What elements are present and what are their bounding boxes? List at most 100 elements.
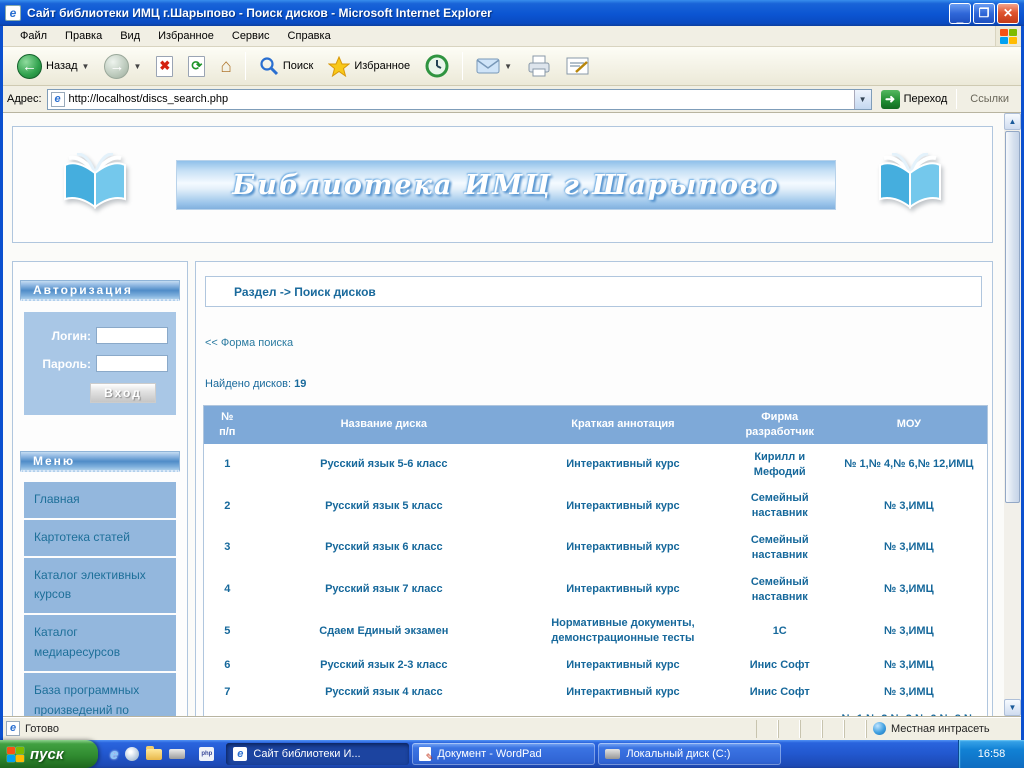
mail-button[interactable]: ▼ xyxy=(470,50,518,82)
toolbar-separator xyxy=(462,52,463,80)
address-dropdown-icon[interactable]: ▼ xyxy=(854,90,871,109)
refresh-button[interactable]: ⟳ xyxy=(182,50,211,82)
table-cell: Кирилл и Мефодий xyxy=(729,444,831,486)
task-label: Локальный диск (C:) xyxy=(626,748,730,760)
table-cell: Семейный наставник xyxy=(729,527,831,569)
forward-dropdown-icon[interactable]: ▼ xyxy=(133,62,141,71)
search-form-link[interactable]: << Форма поиска xyxy=(205,337,293,349)
clock-time: 16:58 xyxy=(978,748,1006,760)
login-button[interactable]: Вход xyxy=(90,383,156,403)
login-label: Логин: xyxy=(52,329,91,343)
table-cell: Интерактивный курс xyxy=(517,679,729,706)
table-cell: № 3,ИМЦ xyxy=(831,527,988,569)
print-button[interactable] xyxy=(521,50,557,82)
status-text: Готово xyxy=(25,723,756,735)
discs-table: № п/пНазвание дискаКраткая аннотацияФирм… xyxy=(203,405,988,716)
table-cell: Русский язык 5-6 класс xyxy=(251,444,518,486)
table-row: 5Сдаем Единый экзаменНормативные докумен… xyxy=(204,610,988,652)
table-cell: Сдаем Единый экзамен xyxy=(251,610,518,652)
forward-button[interactable]: → ▼ xyxy=(98,50,147,82)
links-label[interactable]: Ссылки xyxy=(962,93,1017,105)
table-cell: № 3,ИМЦ xyxy=(831,485,988,527)
forward-icon: → xyxy=(104,54,129,79)
close-button[interactable]: ✕ xyxy=(997,3,1019,24)
results-count-line: Найдено дисков: 19 xyxy=(205,378,992,390)
go-arrow-icon: ➜ xyxy=(881,90,900,109)
history-button[interactable] xyxy=(419,50,455,82)
login-input[interactable] xyxy=(96,327,168,344)
php-icon[interactable] xyxy=(199,747,214,761)
table-cell: 2 xyxy=(204,485,251,527)
window-title: Сайт библиотеки ИМЦ г.Шарыпово - Поиск д… xyxy=(27,6,947,20)
table-header-cell: № п/п xyxy=(204,406,251,444)
table-row: 2Русский язык 5 классИнтерактивный курсС… xyxy=(204,485,988,527)
cd-icon[interactable] xyxy=(125,747,139,761)
address-input[interactable] xyxy=(65,91,854,108)
folder-icon[interactable] xyxy=(146,749,162,760)
table-header-cell: Название диска xyxy=(251,406,518,444)
go-button[interactable]: ➜ Переход xyxy=(877,89,952,110)
taskbar-tasks: eСайт библиотеки И...Документ - WordPad Л… xyxy=(224,740,958,768)
table-header-cell: Краткая аннотация xyxy=(517,406,729,444)
status-separator xyxy=(800,720,822,738)
ie-icon[interactable]: e xyxy=(110,746,118,763)
refresh-icon: ⟳ xyxy=(188,56,205,77)
password-input[interactable] xyxy=(96,355,168,372)
edit-button[interactable] xyxy=(560,50,596,82)
taskbar-task[interactable]: Локальный диск (C:) xyxy=(598,743,781,765)
sidebar-item[interactable]: Каталог медиаресурсов xyxy=(24,615,176,671)
scroll-up-icon[interactable]: ▲ xyxy=(1004,113,1021,130)
table-cell: Русский язык 2-3 класс xyxy=(251,652,518,679)
zone-label: Местная интрасеть xyxy=(891,723,990,735)
search-button[interactable]: Поиск xyxy=(253,50,319,82)
web-page: Библиотека ИМЦ г.Шарыпово Авторизация xyxy=(3,113,1004,716)
intranet-globe-icon xyxy=(873,722,886,735)
ie-menubar-items: ФайлПравкаВидИзбранноеСервисСправка xyxy=(11,27,340,45)
table-row: 3Русский язык 6 классИнтерактивный курсС… xyxy=(204,527,988,569)
disk-icon xyxy=(605,749,620,759)
table-cell: № 1,№ 2,№ 3,№ 6,№ 8,№ 12,ИМЦ xyxy=(831,706,988,716)
drive-icon[interactable] xyxy=(169,749,185,759)
table-cell: 3 xyxy=(204,527,251,569)
scroll-down-icon[interactable]: ▼ xyxy=(1004,699,1021,716)
home-button[interactable]: ⌂ xyxy=(214,50,237,82)
status-page-icon: e xyxy=(6,721,20,736)
table-cell: Инис Софт xyxy=(729,652,831,679)
stop-button[interactable]: ✖ xyxy=(150,50,179,82)
table-cell: Интерактивный курс xyxy=(517,444,729,486)
sidebar-item[interactable]: Каталог элективных курсов xyxy=(24,558,176,614)
go-label: Переход xyxy=(904,93,948,105)
taskbar-task[interactable]: Документ - WordPad xyxy=(412,743,595,765)
taskbar: пуск e eСайт библиотеки И...Документ - W… xyxy=(0,740,1024,768)
taskbar-task[interactable]: eСайт библиотеки И... xyxy=(226,743,409,765)
ie-menu-item[interactable]: Правка xyxy=(56,27,111,45)
restore-button[interactable]: ❐ xyxy=(973,3,995,24)
table-cell: Семейный наставник xyxy=(729,569,831,611)
sidebar-item[interactable]: Картотека статей xyxy=(24,520,176,556)
start-button[interactable]: пуск xyxy=(0,740,98,768)
ie-menu-item[interactable]: Справка xyxy=(279,27,340,45)
sidebar-item[interactable]: База программных произведений по литерат… xyxy=(24,673,176,716)
vertical-scrollbar[interactable]: ▲ ▼ xyxy=(1004,113,1021,716)
status-separator xyxy=(822,720,844,738)
ie-menu-item[interactable]: Файл xyxy=(11,27,56,45)
wordpad-icon xyxy=(419,747,431,761)
table-cell: Русский язык xyxy=(251,706,518,716)
ie-menu-item[interactable]: Сервис xyxy=(223,27,279,45)
back-button[interactable]: ← Назад ▼ xyxy=(11,50,95,82)
table-cell: Интерактивный курс xyxy=(517,527,729,569)
table-cell: Русский язык 7 класс xyxy=(251,569,518,611)
minimize-button[interactable]: _ xyxy=(949,3,971,24)
ie-menu-item[interactable]: Вид xyxy=(111,27,149,45)
site-header: Библиотека ИМЦ г.Шарыпово xyxy=(12,126,993,243)
table-header-cell: Фирма разработчик xyxy=(729,406,831,444)
ie-menu-item[interactable]: Избранное xyxy=(149,27,223,45)
scrollbar-thumb[interactable] xyxy=(1005,131,1020,503)
table-cell: Интерактивный курс xyxy=(517,485,729,527)
table-cell: Интерактивный курс xyxy=(517,569,729,611)
back-dropdown-icon[interactable]: ▼ xyxy=(82,62,90,71)
favorites-button[interactable]: Избранное xyxy=(322,50,416,82)
table-cell: Нормативные документы, демонстрационные … xyxy=(517,610,729,652)
mail-dropdown-icon[interactable]: ▼ xyxy=(504,62,512,71)
sidebar-item[interactable]: Главная xyxy=(24,482,176,518)
